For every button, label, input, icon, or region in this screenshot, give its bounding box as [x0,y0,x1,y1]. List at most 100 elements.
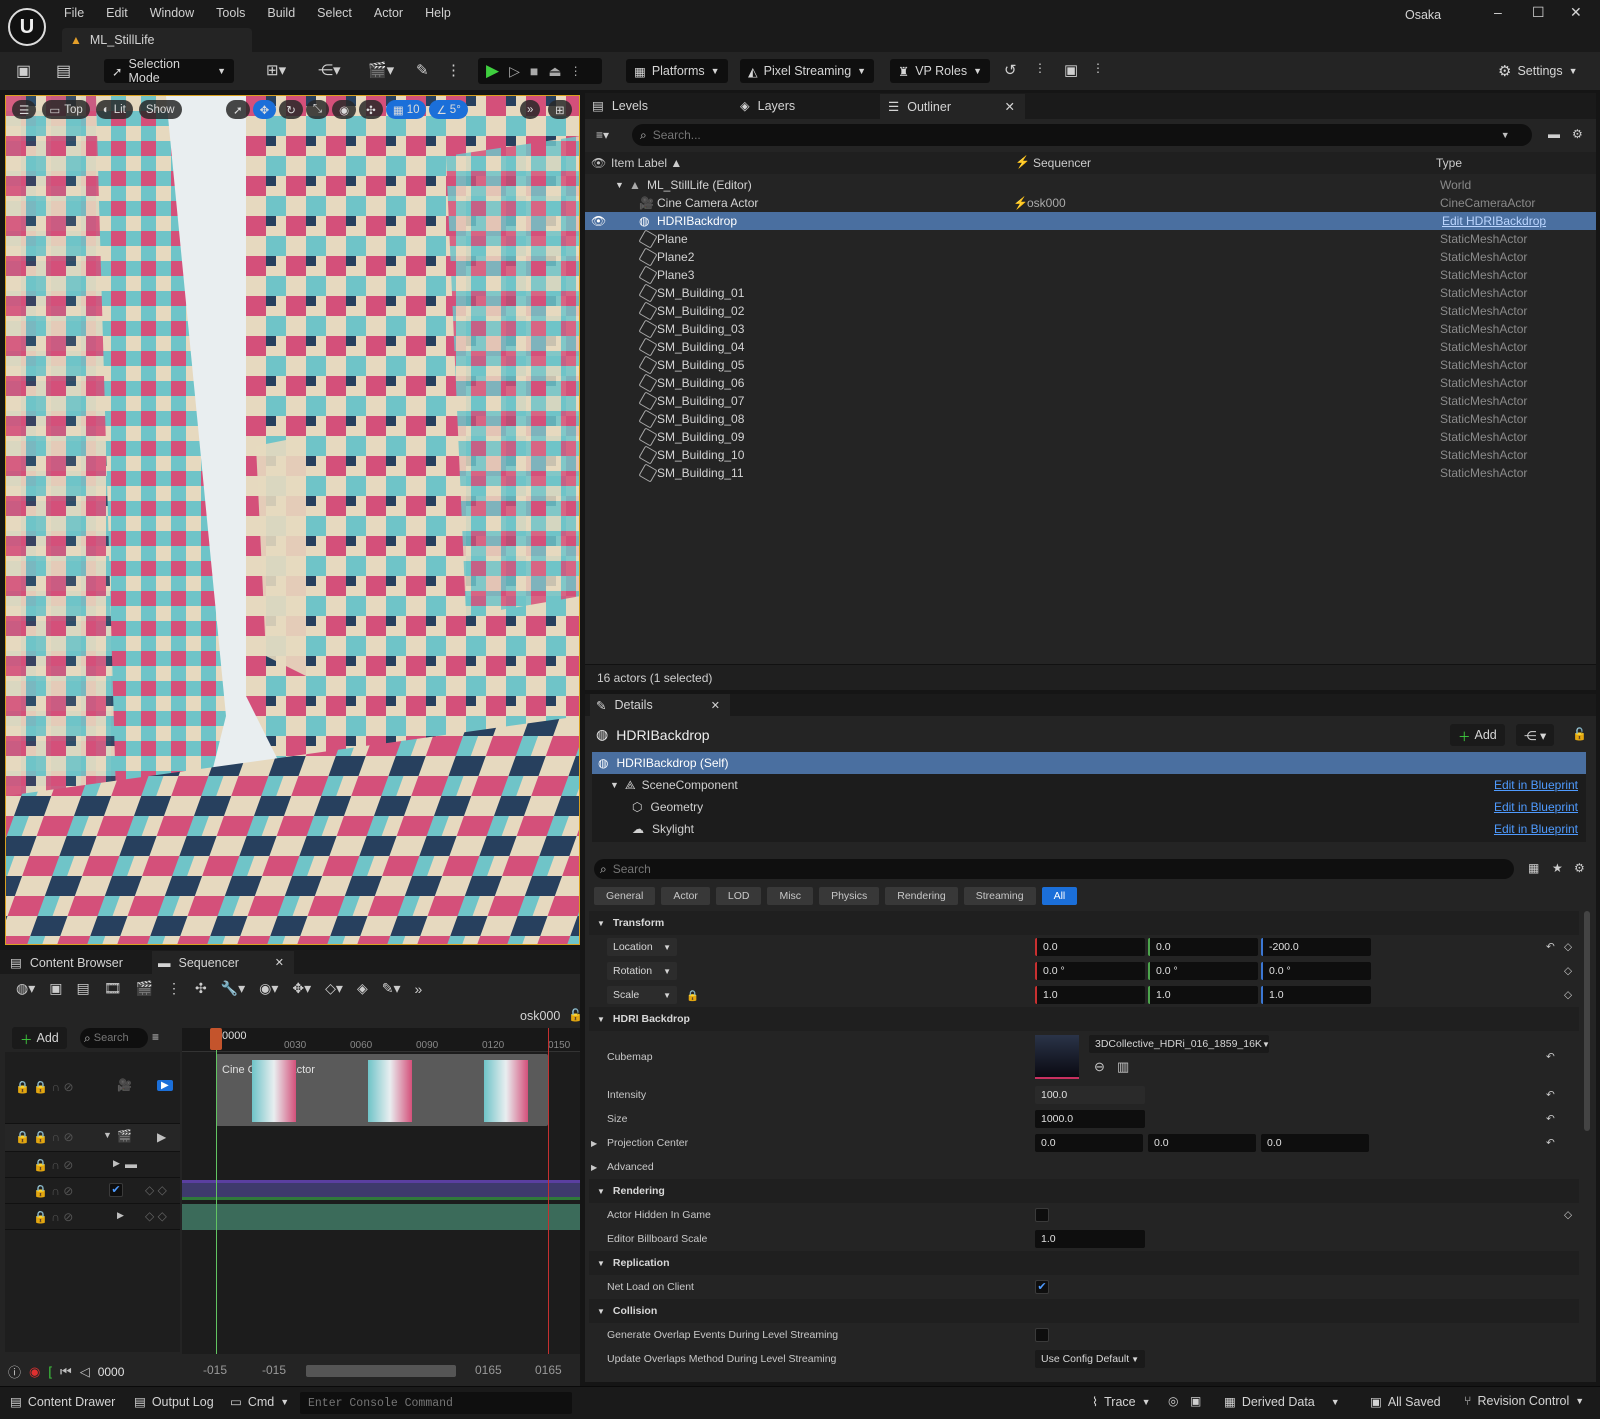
range-end[interactable]: 0165 [535,1363,562,1377]
tree-row[interactable]: SM_Building_03 StaticMeshActor [585,319,1596,339]
keyframe-icon[interactable]: ◇ [1564,965,1572,977]
lock-icon[interactable]: 🔒 [686,989,699,1002]
menu-build[interactable]: Build [267,6,295,20]
category-hdri-backdrop[interactable]: ▼ HDRI Backdrop [589,1007,1579,1031]
platforms-button[interactable]: ▦ Platforms ▼ [626,59,728,83]
step-icon[interactable]: ▷ [509,63,520,80]
tree-row[interactable]: SM_Building_06 StaticMeshActor [585,373,1596,393]
menu-file[interactable]: File [64,6,84,20]
outliner-search-input[interactable] [652,128,1493,142]
stop-icon[interactable]: ■ [530,63,538,79]
filter-rendering[interactable]: Rendering [885,887,958,905]
scale-z[interactable]: 1.0 [1261,986,1371,1004]
tree-row[interactable]: 🎥 Cine Camera Actor ⚡ osk000 CineCameraA… [585,194,1596,212]
filter-physics[interactable]: Physics [819,887,880,905]
category-transform[interactable]: ▼ Transform [589,911,1579,935]
scale-icon[interactable]: ⤡ [305,100,330,119]
save-icon[interactable]: ▣ [49,980,62,997]
cmd-button[interactable]: ▭ Cmd ▼ [230,1394,289,1410]
browse-icon[interactable]: ▤ [56,61,71,81]
eject-icon[interactable]: ⏏ [548,63,561,80]
keyframe-icon[interactable]: ◇ [1564,941,1572,953]
tab-sequencer[interactable]: ▬ Sequencer ✕ [152,951,294,974]
timeline-scrollbar[interactable] [306,1365,456,1377]
tree-row[interactable]: Plane3 StaticMeshActor [585,265,1596,285]
spawned-track-row[interactable]: 🔒 ∩ ⊘ ✔ ◇ ◇ [5,1178,180,1204]
keyframe-icon[interactable]: ◇ [1564,989,1572,1001]
reset-icon[interactable]: ↶ [1546,1051,1555,1063]
projection-x[interactable]: 0.0 [1035,1134,1143,1152]
edit-in-blueprint-link[interactable]: Edit in Blueprint [1494,778,1578,792]
record-trace-icon[interactable]: ◎ [1168,1394,1178,1408]
menu-tools[interactable]: Tools [216,6,245,20]
category-replication[interactable]: ▼ Replication [589,1251,1579,1275]
world-icon[interactable]: ◍▾ [16,980,35,997]
play-options-icon[interactable]: ⋮ [570,64,582,78]
expand-icon[interactable]: » [415,981,423,997]
transform-section[interactable] [182,1204,580,1230]
history-icon[interactable]: ↺ [1004,61,1017,79]
rotation-y[interactable]: 0.0 ° [1148,962,1258,980]
view-top-button[interactable]: ▭ Top [42,100,90,119]
frame-field[interactable]: 0000 [98,1365,125,1379]
outliner-search[interactable]: ⌕ ▼ [632,124,1532,146]
tree-row-selected[interactable]: 👁 ◍ HDRIBackdrop Edit HDRIBackdrop [585,212,1596,230]
cubemap-asset-picker[interactable]: 3DCollective_HDRi_016_1859_16K ▼ [1089,1035,1270,1053]
viewport-menu-button[interactable]: ☰ [12,100,37,119]
scale-y[interactable]: 1.0 [1148,986,1258,1004]
keyframe-icon[interactable]: ◇ [1564,1209,1572,1221]
blueprint-options-button[interactable]: ⋲ ▾ [1516,724,1555,746]
tree-row[interactable]: SM_Building_09 StaticMeshActor [585,427,1596,447]
key-icon[interactable]: ✣ [195,980,207,997]
select-mode-icon[interactable]: ➚ [226,100,250,119]
trace-button[interactable]: ⌇ Trace ▼ [1092,1394,1151,1410]
scale-x[interactable]: 1.0 [1035,986,1145,1004]
step-back-icon[interactable]: ◁ [80,1364,90,1380]
category-collision[interactable]: ▼ Collision [589,1299,1579,1323]
lock-icon[interactable]: 🔓 [1572,727,1587,741]
tree-row[interactable]: SM_Building_04 StaticMeshActor [585,337,1596,357]
tree-row[interactable]: SM_Building_08 StaticMeshActor [585,409,1596,429]
timeline-area[interactable]: 0000 0030 0060 0090 0120 0150 Cine Camer… [182,1028,580,1354]
jump-start-icon[interactable]: ⏮ [60,1364,72,1380]
tree-row[interactable]: SM_Building_05 StaticMeshActor [585,355,1596,375]
add-component-button[interactable]: ＋ Add [1450,724,1505,746]
tab-layers[interactable]: ◈ Layers [740,98,795,114]
lit-button[interactable]: ◐ Lit [95,100,133,119]
edit-in-blueprint-link[interactable]: Edit in Blueprint [1494,822,1578,836]
tree-row[interactable]: SM_Building_07 StaticMeshActor [585,391,1596,411]
level-viewport[interactable] [5,95,580,945]
menu-help[interactable]: Help [425,6,451,20]
auto-key-icon[interactable]: ◈ [357,980,368,997]
spawned-checkbox[interactable]: ✔ [109,1183,123,1197]
menu-window[interactable]: Window [150,6,194,20]
camera-icon[interactable]: ▣ [1064,61,1078,79]
level-tab[interactable]: ▲ ML_StillLife [62,28,252,52]
projection-z[interactable]: 0.0 [1261,1134,1369,1152]
camera-cut-section[interactable]: Cine Camera Actor [216,1054,548,1126]
browse-arrow-icon[interactable]: ⊖ [1094,1059,1105,1075]
add-folder-icon[interactable]: ▬ [1548,127,1560,141]
more-icon[interactable]: ⋮ [1034,61,1046,75]
maximize-icon[interactable]: ☐ [1532,4,1545,21]
details-scrollbar[interactable] [1584,911,1590,1131]
tree-row[interactable]: SM_Building_11 StaticMeshActor [585,463,1596,483]
tree-row[interactable]: Plane StaticMeshActor [585,229,1596,249]
close-icon[interactable]: ✕ [1005,99,1015,114]
close-icon[interactable]: ✕ [711,699,720,712]
more-icon[interactable]: ⋮ [1092,61,1104,75]
filter-icon[interactable]: ≡▾ [596,128,609,142]
eye-icon[interactable]: ◉▾ [259,980,278,997]
col-type[interactable]: Type [1436,156,1462,170]
reset-icon[interactable]: ↶ [1546,1113,1555,1125]
track-search-input[interactable] [93,1032,138,1044]
screenshot-icon[interactable]: ▣ [1190,1394,1201,1408]
size-field[interactable]: 1000.0 [1035,1110,1145,1128]
track-search[interactable]: ⌕ [80,1028,148,1048]
overlap-events-checkbox[interactable] [1035,1328,1049,1342]
minimize-icon[interactable]: – [1494,4,1502,20]
angle-snap-button[interactable]: ∠ 5° [429,100,468,119]
cubemap-thumbnail[interactable] [1035,1035,1079,1079]
camera-track-row[interactable]: 🔒 🔒 ∩ ⊘ 🎥 ▶ [5,1052,180,1124]
rotation-x[interactable]: 0.0 ° [1035,962,1145,980]
